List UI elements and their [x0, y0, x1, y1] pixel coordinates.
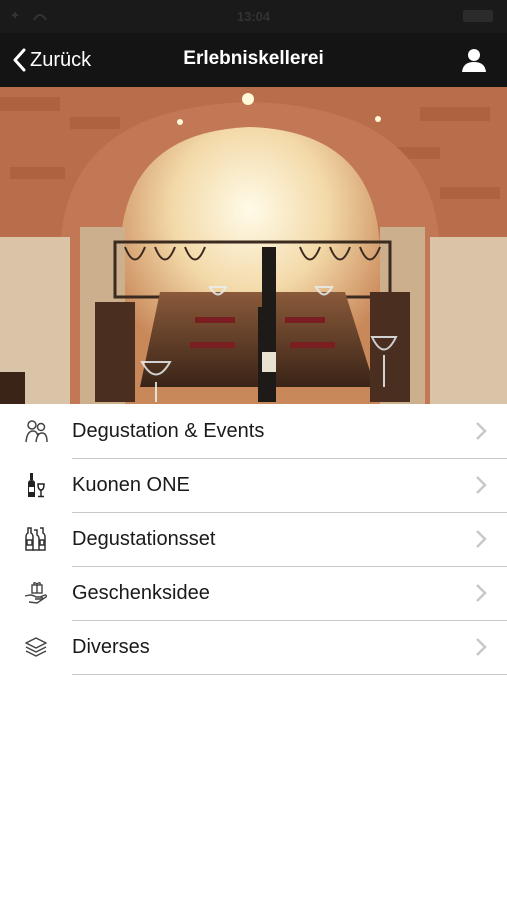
list-item-label: Kuonen ONE — [72, 458, 507, 513]
wine-cellar-photo — [0, 87, 507, 404]
hero-image — [0, 87, 507, 404]
page-title: Erlebniskellerei — [183, 48, 324, 69]
chevron-right-icon — [476, 476, 487, 494]
tasting-people-icon — [25, 420, 48, 443]
list-item-diverses[interactable]: Diverses — [0, 620, 507, 675]
list-item-label: Diverses — [72, 620, 507, 675]
status-time: 13:04 — [236, 9, 271, 24]
user-icon[interactable] — [461, 47, 487, 73]
status-bar: 13:04 — [0, 0, 507, 33]
chevron-right-icon — [476, 584, 487, 602]
menu-list: Degustation & Events Kuonen ONE Degustat… — [0, 404, 507, 675]
list-item-label: Geschenksidee — [72, 566, 507, 621]
battery-icon — [463, 10, 493, 22]
list-item-degustationsset[interactable]: Degustationsset — [0, 512, 507, 567]
list-item-geschenksidee[interactable]: Geschenksidee — [0, 566, 507, 621]
gift-hand-icon — [24, 582, 48, 604]
wine-bottle-glass-icon — [28, 473, 45, 498]
chevron-right-icon — [476, 530, 487, 548]
layers-icon — [25, 637, 47, 657]
bottles-set-icon — [25, 527, 46, 551]
navigation-bar: Zurück Erlebniskellerei — [0, 33, 507, 87]
list-item-kuonen-one[interactable]: Kuonen ONE — [0, 458, 507, 513]
list-item-label: Degustationsset — [72, 512, 507, 567]
list-item-label: Degustation & Events — [72, 404, 507, 459]
chevron-right-icon — [476, 638, 487, 656]
chevron-right-icon — [476, 422, 487, 440]
list-item-degustation-events[interactable]: Degustation & Events — [0, 404, 507, 459]
